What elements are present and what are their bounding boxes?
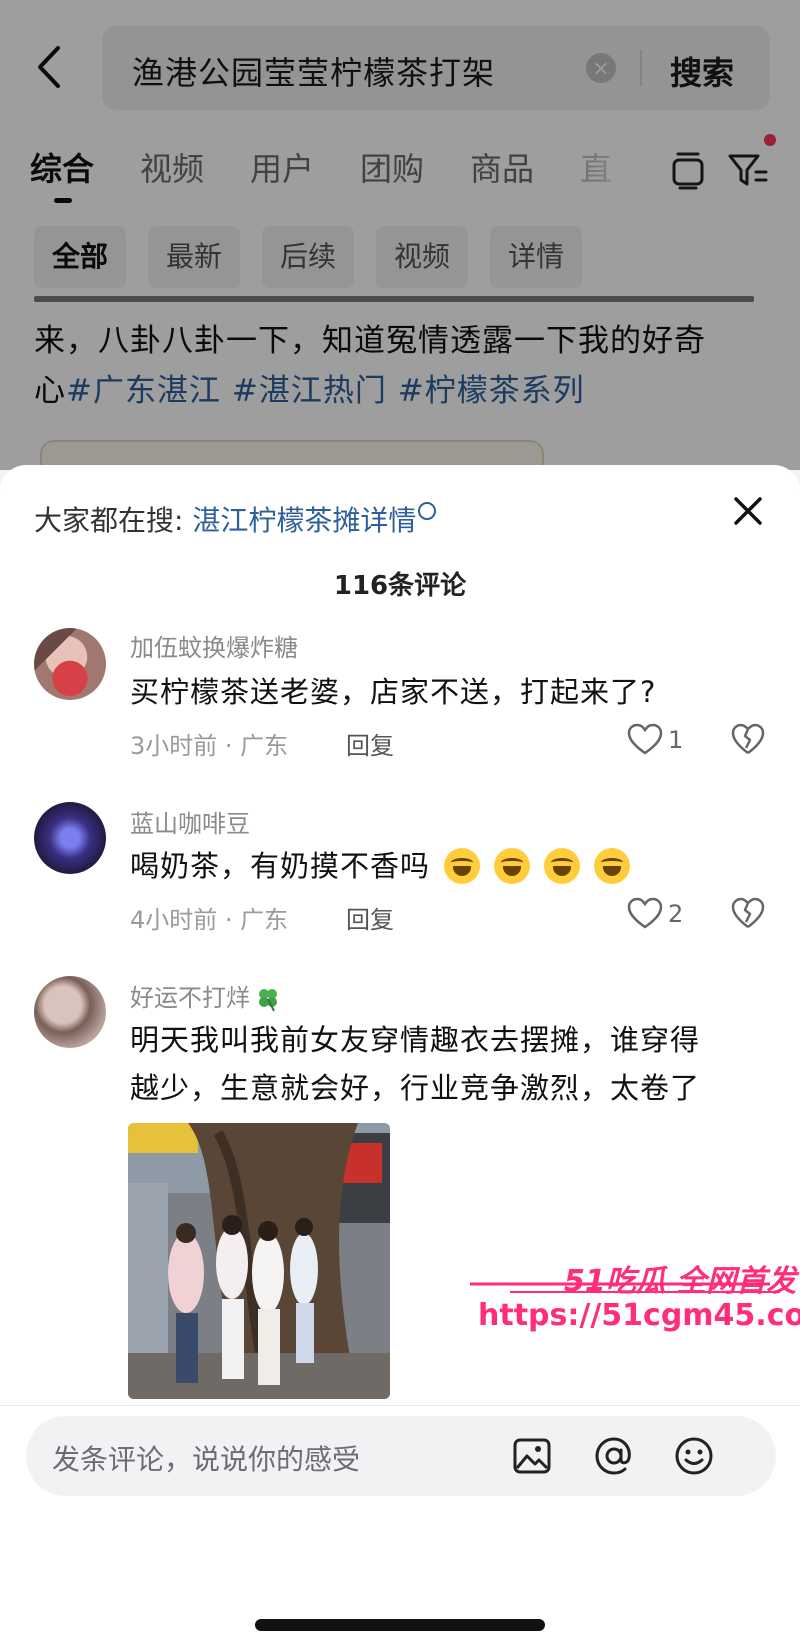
- comment-text: 喝奶茶，有奶摸不香吗: [130, 842, 770, 890]
- comment-input-placeholder: 发条评论，说说你的感受: [52, 1443, 361, 1476]
- comment-count: 116条评论: [333, 571, 467, 601]
- comment-time-location: 4小时前 · 广东: [130, 906, 289, 934]
- trending-link[interactable]: 湛江柠檬茶摊详情: [192, 504, 416, 537]
- close-icon[interactable]: [730, 493, 766, 529]
- like-count: 2: [668, 900, 684, 928]
- heart-icon[interactable]: [626, 896, 664, 930]
- reply-button[interactable]: 回复: [346, 900, 394, 935]
- comment-time-location: 3小时前 · 广东: [130, 732, 289, 760]
- avatar[interactable]: [34, 628, 106, 700]
- broken-heart-icon[interactable]: [730, 722, 766, 756]
- laugh-cry-emoji: [594, 848, 631, 884]
- laugh-cry-emoji: [544, 848, 581, 884]
- comment-input[interactable]: 发条评论，说说你的感受: [26, 1416, 776, 1496]
- trending-search[interactable]: 大家都在搜: 湛江柠檬茶摊详情: [34, 499, 437, 539]
- laugh-cry-emoji: [494, 848, 531, 884]
- street-photo-image: [128, 1123, 390, 1399]
- laugh-cry-emoji: [444, 848, 481, 884]
- comment-text: 明天我叫我前女友穿情趣衣去摆摊，谁穿得 越少，生意就会好，行业竞争激烈，太卷了: [130, 1023, 701, 1105]
- heart-icon[interactable]: [626, 722, 664, 756]
- comment-photo[interactable]: [128, 1123, 390, 1399]
- trending-label: 大家都在搜:: [34, 504, 184, 537]
- like-count: 1: [668, 726, 684, 754]
- emoji-icon[interactable]: [672, 1434, 716, 1478]
- mention-icon[interactable]: [592, 1434, 636, 1478]
- modal-overlay[interactable]: [0, 0, 800, 470]
- watermark-url: https://51cgm45.com: [478, 1298, 800, 1333]
- clover-icon: [259, 989, 277, 1012]
- home-indicator: [255, 1619, 545, 1631]
- comment-text: 买柠檬茶送老婆，店家不送，打起来了?: [130, 675, 657, 709]
- avatar[interactable]: [34, 976, 106, 1048]
- comment-username[interactable]: 好运不打烊: [130, 978, 282, 1013]
- comment-input-bar: 发条评论，说说你的感受: [0, 1405, 800, 1646]
- comment-username[interactable]: 加伍蚊换爆炸糖: [130, 628, 298, 663]
- broken-heart-icon[interactable]: [730, 896, 766, 930]
- image-icon[interactable]: [510, 1434, 554, 1478]
- comment-username[interactable]: 蓝山咖啡豆: [130, 804, 250, 839]
- watermark-lines: [470, 1282, 780, 1293]
- search-results-page: 渔港公园莹莹柠檬茶打架 × 搜索 综合 视频 用户 团购 商品 直 全部 最新 …: [0, 0, 800, 472]
- reply-button[interactable]: 回复: [346, 726, 394, 761]
- avatar[interactable]: [34, 802, 106, 874]
- search-icon: [418, 502, 437, 520]
